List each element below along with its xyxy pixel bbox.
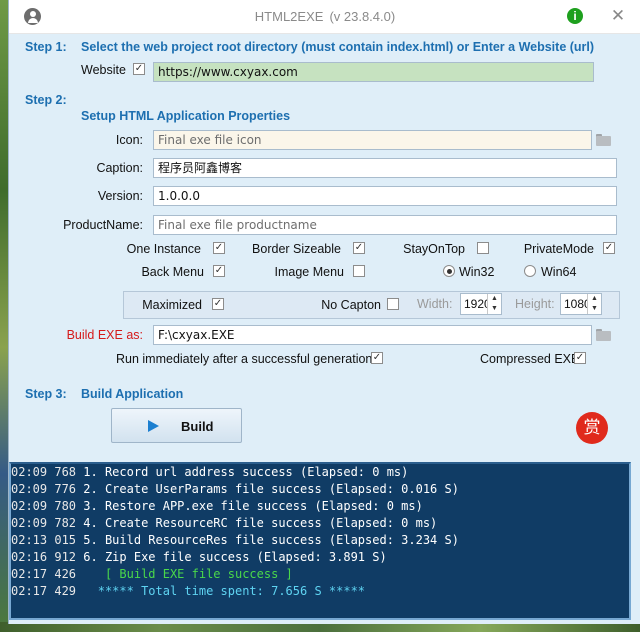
private-mode-checkbox[interactable]: ✓ xyxy=(603,242,615,254)
title-bar[interactable]: HTML2EXE (v 23.8.4.0) i ✕ xyxy=(9,0,640,34)
close-icon[interactable]: ✕ xyxy=(607,4,629,28)
version-input[interactable]: 1.0.0.0 xyxy=(153,186,617,206)
window-title: HTML2EXE (v 23.8.4.0) xyxy=(9,9,640,24)
stay-on-top-checkbox[interactable] xyxy=(477,242,489,254)
log-line-total: 02:17 429 ***** Total time spent: 7.656 … xyxy=(11,584,366,598)
height-value: 1080 xyxy=(564,297,588,311)
folder-icon[interactable] xyxy=(596,134,611,146)
info-icon[interactable]: i xyxy=(567,8,583,24)
height-down-icon[interactable]: ▼ xyxy=(588,304,601,314)
maximized-checkbox[interactable]: ✓ xyxy=(212,298,224,310)
step3-subheading: Build Application xyxy=(81,387,184,401)
step2-subheading: Setup HTML Application Properties xyxy=(81,109,291,123)
image-menu-checkbox[interactable] xyxy=(353,265,365,277)
width-up-icon[interactable]: ▲ xyxy=(488,294,501,304)
one-instance-label: One Instance xyxy=(126,242,201,256)
build-exe-input[interactable]: F:\cxyax.EXE xyxy=(153,325,592,345)
win64-label: Win64 xyxy=(541,265,577,279)
build-log[interactable]: 02:09 768 1. Record url address success … xyxy=(9,462,631,620)
log-line: 02:13 015 5. Build ResourceRes file succ… xyxy=(11,533,459,547)
reward-icon[interactable]: 赏 xyxy=(576,412,608,444)
run-after-label: Run immediately after a successful gener… xyxy=(116,352,373,366)
run-after-checkbox[interactable]: ✓ xyxy=(371,352,383,364)
website-checkbox[interactable]: ✓ xyxy=(133,63,145,75)
log-line: 02:09 768 1. Record url address success … xyxy=(11,465,409,479)
app-name: HTML2EXE xyxy=(254,9,324,24)
height-label: Height: xyxy=(515,297,555,311)
build-button[interactable]: Build xyxy=(111,408,242,443)
private-mode-label: PrivateMode xyxy=(523,242,594,256)
width-spinner-buttons: ▲ ▼ xyxy=(487,294,501,314)
productname-label: ProductName: xyxy=(63,218,143,232)
build-button-label: Build xyxy=(181,419,214,434)
caption-input[interactable]: 程序员阿鑫博客 xyxy=(153,158,617,178)
back-menu-checkbox[interactable]: ✓ xyxy=(213,265,225,277)
height-up-icon[interactable]: ▲ xyxy=(588,294,601,304)
caption-label: Caption: xyxy=(96,161,143,175)
build-exe-label: Build EXE as: xyxy=(66,328,143,342)
border-sizeable-checkbox[interactable]: ✓ xyxy=(353,242,365,254)
height-spinner-buttons: ▲ ▼ xyxy=(587,294,601,314)
compressed-label: Compressed EXE xyxy=(480,352,580,366)
step1-description: Select the web project root directory (m… xyxy=(81,40,595,54)
maximized-label: Maximized xyxy=(142,298,202,312)
step3-heading: Step 3: xyxy=(25,387,67,401)
log-line: 02:09 780 3. Restore APP.exe file succes… xyxy=(11,499,423,513)
win32-label: Win32 xyxy=(459,265,495,279)
icon-label: Icon: xyxy=(115,133,143,147)
html2exe-window: HTML2EXE (v 23.8.4.0) i ✕ Step 1: Select … xyxy=(8,0,640,624)
image-menu-label: Image Menu xyxy=(274,265,344,279)
compressed-checkbox[interactable]: ✓ xyxy=(574,352,586,364)
version-label: Version: xyxy=(97,189,143,203)
app-version: (v 23.8.4.0) xyxy=(329,9,396,24)
one-instance-checkbox[interactable]: ✓ xyxy=(213,242,225,254)
width-down-icon[interactable]: ▼ xyxy=(488,304,501,314)
play-icon xyxy=(148,420,159,432)
url-input[interactable]: https://www.cxyax.com xyxy=(153,62,594,82)
log-line: 02:16 912 6. Zip Exe file success (Elaps… xyxy=(11,550,387,564)
log-line-success: 02:17 426 [ Build EXE file success ] xyxy=(11,567,293,581)
website-label: Website xyxy=(81,63,126,77)
win32-radio[interactable] xyxy=(443,265,455,277)
productname-input[interactable]: Final exe file productname xyxy=(153,215,617,235)
stay-on-top-label: StayOnTop xyxy=(403,242,465,256)
step2-heading: Step 2: xyxy=(25,93,67,107)
log-line: 02:09 776 2. Create UserParams file succ… xyxy=(11,482,459,496)
no-capton-checkbox[interactable] xyxy=(387,298,399,310)
win64-radio[interactable] xyxy=(524,265,536,277)
icon-input[interactable]: Final exe file icon xyxy=(153,130,592,150)
width-value: 1920 xyxy=(464,297,488,311)
height-spinner[interactable]: 1080 ▲ ▼ xyxy=(560,293,602,315)
step1-heading: Step 1: xyxy=(25,40,67,54)
log-line: 02:09 782 4. Create ResourceRC file succ… xyxy=(11,516,438,530)
border-sizeable-label: Border Sizeable xyxy=(252,242,341,256)
folder-icon[interactable] xyxy=(596,329,611,341)
no-capton-label: No Capton xyxy=(321,298,381,312)
back-menu-label: Back Menu xyxy=(141,265,204,279)
width-label: Width: xyxy=(417,297,453,311)
width-spinner[interactable]: 1920 ▲ ▼ xyxy=(460,293,502,315)
